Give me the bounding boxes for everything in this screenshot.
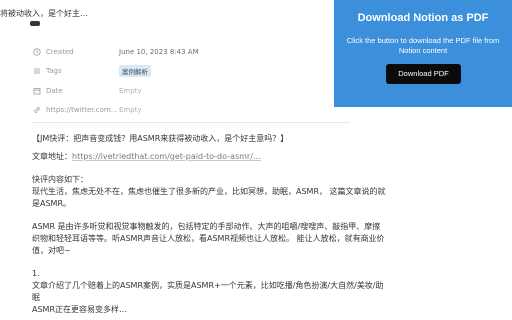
article-line: 文章地址：https://ivetriedthat.com/get-paid-t… bbox=[32, 151, 352, 163]
quote-line: 【JM快评：把声音变成钱？用ASMR来获得被动收入，是个好主意吗？】 bbox=[32, 134, 289, 143]
popup-title: Download Notion as PDF bbox=[357, 12, 489, 24]
paragraph-line: ASMR 是由许多听觉和视觉事物触发的，包括特定的手部动作、大声的咀嚼/嗖嗖声、… bbox=[32, 222, 381, 231]
article-link[interactable]: https://ivetriedthat.com/get-paid-to-do-… bbox=[72, 152, 261, 161]
clock-icon bbox=[32, 47, 41, 56]
paragraph-line: 值，对吧~ bbox=[32, 246, 71, 255]
popup-description: Click the button to download the PDF fil… bbox=[346, 36, 500, 55]
property-value: Empty bbox=[119, 106, 142, 115]
paragraph-line: 现代生活，焦虑无处不在，焦虑也催生了很多新的产业，比如冥想，助眠，ASMR， 这… bbox=[32, 187, 386, 196]
link-icon bbox=[32, 106, 41, 115]
notion-page: 将被动收入，是个好主… Created June 10, 2023 8:43 A… bbox=[0, 0, 512, 320]
calendar-icon bbox=[32, 86, 41, 95]
article-label: 文章地址： bbox=[32, 152, 72, 161]
paragraph-line: 是ASMR。 bbox=[32, 199, 72, 208]
paragraph-line: ASMR正在更容易变多样… bbox=[32, 305, 128, 314]
paragraph-line: 眠 bbox=[32, 293, 40, 302]
divider bbox=[32, 122, 350, 123]
tag-pill[interactable]: 案例解析 bbox=[119, 65, 151, 78]
property-date[interactable]: Date Empty bbox=[32, 81, 342, 101]
property-tags[interactable]: Tags 案例解析 bbox=[32, 62, 342, 82]
page-content: 【JM快评：把声音变成钱？用ASMR来获得被动收入，是个好主意吗？】 文章地址：… bbox=[32, 133, 386, 316]
property-name: Created bbox=[46, 47, 74, 56]
paragraph-line: 文章介绍了几个赔着上的ASMR案例，实质是ASMR+一个元素，比如吃播/角色扮演… bbox=[32, 281, 384, 290]
download-popup: Download Notion as PDF Click the button … bbox=[334, 0, 512, 107]
property-name: https://twitter.com… bbox=[46, 106, 118, 115]
property-name: Tags bbox=[46, 67, 62, 76]
property-value: June 10, 2023 8:43 AM bbox=[119, 47, 199, 56]
page-title-fragment: 将被动收入，是个好主… bbox=[0, 9, 88, 18]
list-number: 1. bbox=[32, 269, 40, 278]
property-created[interactable]: Created June 10, 2023 8:43 AM bbox=[32, 42, 342, 62]
summary-heading: 快评内容如下： bbox=[32, 175, 88, 184]
list-icon bbox=[32, 67, 41, 76]
property-name: Date bbox=[46, 86, 63, 95]
property-link[interactable]: https://twitter.com… Empty bbox=[32, 101, 342, 121]
page-icon bbox=[30, 21, 40, 26]
paragraph-line: 织物和轻轻耳语等等。听ASMR声音让人放松，看ASMR视频也让人放松。 能让人放… bbox=[32, 234, 385, 243]
properties-panel: Created June 10, 2023 8:43 AM Tags 案例解析 … bbox=[32, 42, 342, 120]
download-pdf-button[interactable]: Download PDF bbox=[386, 64, 461, 84]
property-value: Empty bbox=[119, 86, 142, 95]
